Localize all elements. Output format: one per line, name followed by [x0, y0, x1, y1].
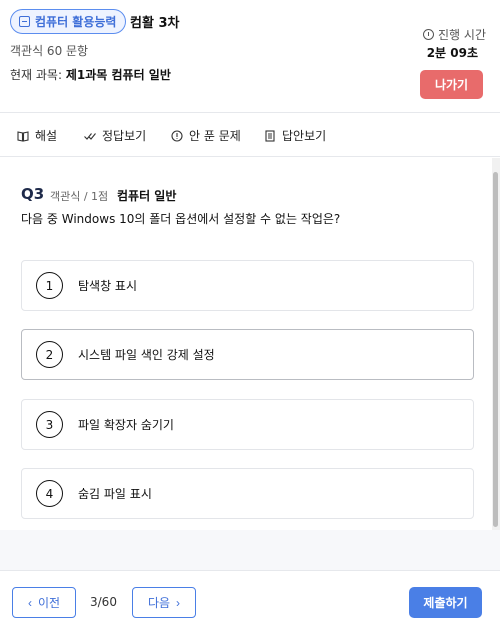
previous-button[interactable]: ‹ 이전: [12, 587, 76, 618]
submit-button[interactable]: 제출하기: [409, 587, 482, 618]
option-3[interactable]: 3 파일 확장자 숨기기: [21, 399, 474, 450]
show-answer-button[interactable]: 정답보기: [84, 127, 146, 144]
unsolved-button[interactable]: 안 푼 문제: [171, 127, 241, 144]
option-text: 시스템 파일 색인 강제 설정: [78, 348, 215, 362]
explanation-label: 해설: [35, 129, 58, 143]
exam-category-badge: 컴퓨터 활용능력: [10, 9, 127, 34]
question-number: Q3: [21, 185, 45, 203]
navigation-footer: ‹ 이전 3/60 다음 › 제출하기: [0, 570, 500, 631]
option-number-circle: 1: [36, 272, 63, 299]
answer-sheet-label: 답안보기: [282, 129, 327, 143]
timer-label-text: 진행 시간: [438, 28, 486, 42]
exam-header: 컴퓨터 활용능력 컴활 3차 객관식 60 문항 현재 과목: 제1과목 컴퓨터…: [0, 0, 500, 113]
scrollbar-thumb[interactable]: [493, 172, 498, 527]
exit-button[interactable]: 나가기: [420, 70, 483, 99]
scrollbar[interactable]: [492, 158, 500, 531]
answer-sheet-button[interactable]: 답안보기: [264, 127, 326, 144]
current-subject-label: 현재 과목:: [10, 68, 63, 82]
unsolved-label: 안 푼 문제: [189, 129, 241, 143]
show-answer-label: 정답보기: [102, 129, 147, 143]
question-meta: 객관식 / 1점: [50, 190, 109, 203]
timer-value: 2분 09초: [426, 46, 478, 60]
option-2[interactable]: 2 시스템 파일 색인 강제 설정: [21, 329, 474, 380]
badge-label: 컴퓨터 활용능력: [35, 15, 117, 29]
question-panel: Q3 객관식 / 1점 컴퓨터 일반 다음 중 Windows 10의 폴더 옵…: [0, 158, 492, 530]
exam-title: 컴활 3차: [130, 16, 180, 31]
explanation-button[interactable]: 해설: [17, 127, 57, 144]
clock-icon: [423, 29, 435, 40]
chevron-right-icon: ›: [176, 595, 181, 610]
content-spacer: [0, 530, 500, 570]
current-subject: 현재 과목: 제1과목 컴퓨터 일반: [10, 66, 171, 83]
option-text: 숨김 파일 표시: [78, 487, 152, 501]
question-text: 다음 중 Windows 10의 폴더 옵션에서 설정할 수 없는 작업은?: [21, 212, 341, 226]
alert-circle-icon: [171, 129, 183, 142]
option-number-circle: 3: [36, 411, 63, 438]
option-text: 탐색창 표시: [78, 279, 138, 293]
option-number-circle: 2: [36, 341, 63, 368]
question-subject: 컴퓨터 일반: [117, 189, 177, 203]
question-toolbar: 해설 정답보기 안 푼 문제 답안보기: [0, 113, 500, 157]
list-document-icon: [265, 129, 275, 142]
next-label: 다음: [147, 596, 171, 610]
book-icon: [17, 130, 29, 142]
document-icon: [19, 16, 30, 27]
current-subject-value: 제1과목 컴퓨터 일반: [65, 68, 171, 82]
previous-label: 이전: [37, 596, 61, 610]
question-type-count: 객관식 60 문항: [10, 44, 89, 58]
option-number-circle: 4: [36, 480, 63, 507]
page-indicator: 3/60: [90, 595, 117, 609]
double-check-icon: [84, 132, 96, 140]
option-text: 파일 확장자 숨기기: [78, 418, 174, 432]
timer-label: 진행 시간: [423, 26, 486, 43]
chevron-left-icon: ‹: [27, 595, 32, 610]
next-button[interactable]: 다음 ›: [132, 587, 196, 618]
option-4[interactable]: 4 숨김 파일 표시: [21, 468, 474, 519]
option-1[interactable]: 1 탐색창 표시: [21, 260, 474, 311]
